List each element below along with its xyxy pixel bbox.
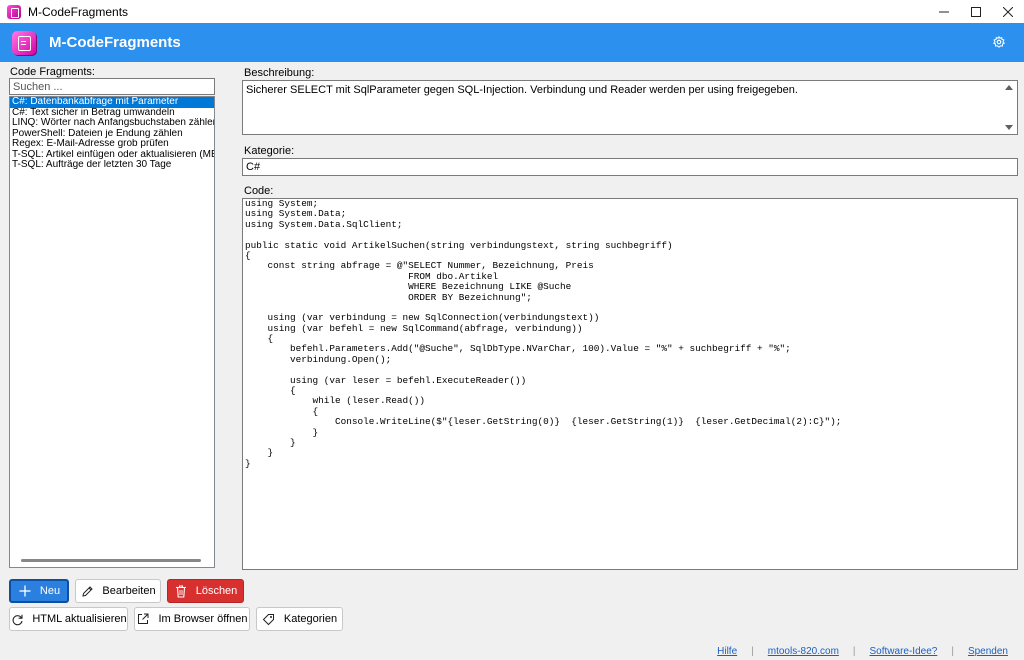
delete-button[interactable]: Löschen	[167, 579, 244, 603]
list-item[interactable]: T-SQL: Aufträge der letzten 30 Tage	[10, 160, 214, 171]
code-line: Console.WriteLine($"{leser.GetString(0)}…	[245, 416, 842, 428]
categories-label: Kategorien	[283, 613, 338, 625]
fragments-panel: Code Fragments: C#: Datenbankabfrage mit…	[0, 62, 230, 570]
window-titlebar: M-CodeFragments	[0, 0, 1024, 23]
gear-icon	[993, 36, 1005, 48]
app-name: M-CodeFragments	[49, 34, 181, 51]
divider: |	[951, 646, 954, 657]
trash-icon	[174, 584, 188, 598]
description-field[interactable]: Sicherer SELECT mit SqlParameter gegen S…	[242, 80, 1018, 135]
app-header: M-CodeFragments	[0, 23, 1024, 62]
new-button-label: Neu	[39, 585, 61, 597]
pencil-icon	[80, 584, 94, 598]
new-button[interactable]: Neu	[9, 579, 69, 603]
edit-button[interactable]: Bearbeiten	[75, 579, 161, 603]
window-controls	[928, 0, 1024, 23]
plus-icon	[18, 584, 32, 598]
website-link[interactable]: mtools-820.com	[768, 646, 839, 657]
open-browser-label: Im Browser öffnen	[158, 613, 248, 625]
category-label: Kategorie:	[244, 145, 295, 157]
code-line: while (leser.Read())	[245, 395, 426, 407]
list-item[interactable]: C#: Datenbankabfrage mit Parameter	[10, 97, 214, 108]
list-item[interactable]: C#: Text sicher in Betrag umwandeln	[10, 108, 214, 119]
help-link[interactable]: Hilfe	[717, 646, 737, 657]
settings-button[interactable]	[991, 34, 1007, 50]
detail-panel: Beschreibung: Sicherer SELECT mit SqlPar…	[230, 62, 1024, 570]
software-idea-link[interactable]: Software-Idee?	[870, 646, 938, 657]
search-input[interactable]	[9, 78, 215, 95]
list-item[interactable]: T-SQL: Artikel einfügen oder aktualisier…	[10, 150, 214, 161]
description-text: Sicherer SELECT mit SqlParameter gegen S…	[246, 84, 798, 96]
code-line: }	[245, 426, 319, 438]
divider: |	[751, 646, 754, 657]
code-line: verbindung.Open();	[245, 353, 392, 365]
maximize-icon	[971, 6, 981, 17]
edit-button-label: Bearbeiten	[102, 585, 156, 597]
minimize-icon	[939, 11, 949, 12]
code-line: using System.Data.SqlClient;	[245, 218, 403, 230]
code-line: public static void ArtikelSuchen(string …	[245, 239, 673, 251]
horizontal-scrollbar[interactable]	[21, 559, 201, 562]
list-item[interactable]: PowerShell: Dateien je Endung zählen	[10, 129, 214, 140]
divider: |	[852, 646, 856, 657]
list-item[interactable]: Regex: E-Mail-Adresse grob prüfen	[10, 139, 214, 150]
code-editor[interactable]: using System; using System.Data; using S…	[242, 198, 1018, 570]
maximize-button[interactable]	[960, 0, 992, 23]
code-line: }	[245, 457, 251, 469]
close-icon	[1003, 6, 1013, 17]
code-line: using System;	[245, 198, 319, 209]
code-label: Code:	[244, 185, 274, 197]
fragment-list[interactable]: C#: Datenbankabfrage mit Parameter C#: T…	[9, 96, 215, 568]
close-button[interactable]	[992, 0, 1024, 23]
fragments-label: Code Fragments:	[10, 66, 95, 78]
refresh-html-button[interactable]: HTML aktualisieren	[9, 607, 128, 631]
minimize-button[interactable]	[928, 0, 960, 23]
code-line: WHERE Bezeichnung LIKE @Suche	[245, 281, 572, 293]
description-label: Beschreibung:	[244, 67, 315, 79]
scroll-down-icon[interactable]	[1005, 125, 1013, 130]
code-line: }	[245, 436, 296, 448]
code-line: using (var befehl = new SqlCommand(abfra…	[245, 322, 583, 334]
action-bar: Neu Bearbeiten Löschen HTML aktualisiere…	[0, 570, 1024, 660]
description-scrollbar[interactable]	[1001, 81, 1017, 134]
refresh-icon	[10, 612, 24, 626]
tag-icon	[262, 612, 276, 626]
open-browser-button[interactable]: Im Browser öffnen	[134, 607, 250, 631]
app-logo	[12, 30, 36, 55]
donate-link[interactable]: Spenden	[968, 646, 1008, 657]
scroll-up-icon[interactable]	[1005, 85, 1013, 90]
categories-button[interactable]: Kategorien	[256, 607, 343, 631]
category-field[interactable]: C#	[242, 158, 1018, 176]
app-icon	[7, 4, 21, 19]
list-item[interactable]: LINQ: Wörter nach Anfangsbuchstaben zähl…	[10, 118, 214, 129]
code-line: }	[245, 447, 274, 459]
window-title: M-CodeFragments	[28, 4, 129, 19]
external-link-icon	[136, 612, 150, 626]
code-line: ORDER BY Bezeichnung";	[245, 291, 532, 303]
footer-links: Hilfe | mtools-820.com | Software-Idee? …	[717, 646, 1008, 657]
code-line: using (var leser = befehl.ExecuteReader(…	[245, 374, 527, 386]
delete-button-label: Löschen	[195, 585, 238, 597]
refresh-html-label: HTML aktualisieren	[32, 613, 127, 625]
